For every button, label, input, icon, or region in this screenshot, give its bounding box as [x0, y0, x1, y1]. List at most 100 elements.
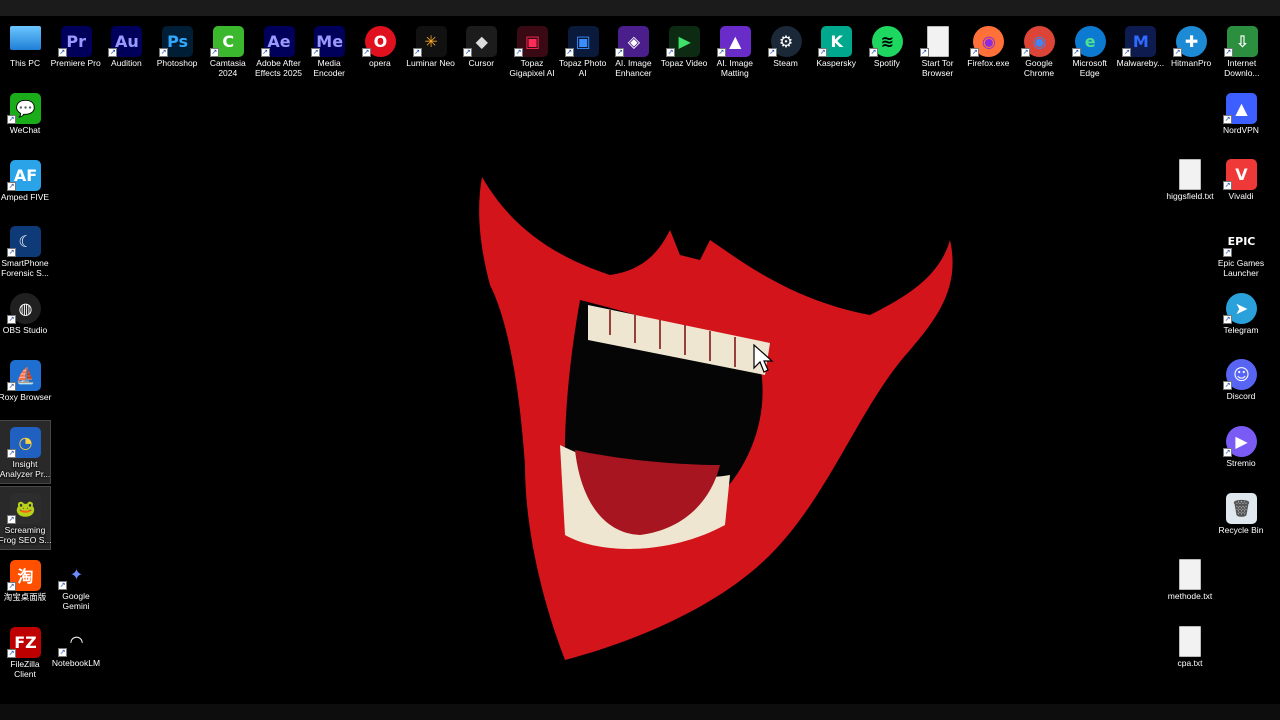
desktop-icon-malwarebytes[interactable]: M ↗ Malwareby... — [1115, 20, 1165, 82]
shortcut-arrow-icon: ↗ — [159, 48, 169, 57]
desktop-icon-spotify[interactable]: ≋ ↗ Spotify — [862, 20, 912, 82]
desktop-icon-label: Media Encoder — [313, 58, 346, 78]
desktop-icon-discord[interactable]: ☺ ↗ Discord — [1216, 353, 1266, 415]
desktop-icon-label: Topaz Gigapixel AI — [509, 58, 555, 78]
desktop-icon-label: Microsoft Edge — [1072, 58, 1107, 78]
desktop-icon-label: Google Chrome — [1023, 58, 1055, 78]
desktop-icon-audition[interactable]: Au ↗ Audition — [101, 20, 151, 82]
desktop-icon-filezilla[interactable]: FZ ↗ FileZilla Client — [0, 621, 50, 683]
desktop-icon-file[interactable]: ↗ Start Tor Browser — [913, 20, 963, 82]
desktop-icon-internet-download-manager[interactable]: ⇩ ↗ Internet Downlo... — [1217, 20, 1267, 82]
shortcut-arrow-icon: ↗ — [463, 48, 473, 57]
shortcut-arrow-icon: ↗ — [7, 315, 16, 325]
desktop-icon-photoshop[interactable]: Ps ↗ Photoshop — [152, 20, 202, 82]
shortcut-arrow-icon: ↗ — [1223, 381, 1232, 390]
desktop-icon-obs-studio[interactable]: ◍ ↗ OBS Studio — [0, 287, 50, 349]
desktop-icon-luminar-neo[interactable]: ✳ ↗ Luminar Neo — [406, 20, 456, 82]
desktop-icon-steam[interactable]: ⚙ ↗ Steam — [761, 20, 811, 82]
desktop-icon-topaz-photo[interactable]: ▣ ↗ Topaz Photo AI — [558, 20, 608, 82]
desktop-icon-label: 淘宝桌面版 — [3, 591, 47, 602]
desktop-icon-screaming-frog[interactable]: 🐸 ↗ Screaming Frog SEO S... — [0, 486, 51, 551]
shortcut-arrow-icon: ↗ — [58, 581, 67, 590]
desktop-icon-opera[interactable]: O ↗ opera — [355, 20, 405, 82]
shortcut-arrow-icon: ↗ — [1021, 48, 1030, 57]
shortcut-arrow-icon: ↗ — [868, 48, 878, 57]
wallpaper-joker-mouth — [479, 177, 953, 660]
desktop-icon-topaz-video[interactable]: ▶ ↗ Topaz Video — [659, 20, 709, 82]
desktop-icon-label: AI. Image Matting — [716, 58, 753, 78]
desktop-icon-monitor[interactable]: This PC — [0, 20, 50, 82]
shortcut-arrow-icon: ↗ — [1223, 448, 1232, 457]
shortcut-arrow-icon: ↗ — [7, 115, 16, 124]
desktop-icon-ai-image-matting[interactable]: ▲ ↗ AI. Image Matting — [710, 20, 760, 82]
shortcut-arrow-icon: ↗ — [1223, 181, 1232, 190]
desktop-icon-kaspersky[interactable]: K ↗ Kaspersky — [811, 20, 861, 82]
desktop-icon-label: Discord — [1226, 391, 1256, 401]
shortcut-arrow-icon: ↗ — [818, 48, 828, 57]
monitor-icon — [10, 26, 41, 50]
desktop-icon-label: FileZilla Client — [10, 658, 40, 679]
desktop-icon-topaz-gigapixel[interactable]: ▣ ↗ Topaz Gigapixel AI — [507, 20, 557, 82]
desktop-icon-label: NordVPN — [1223, 125, 1259, 135]
desktop-icon-label: Vivaldi — [1228, 191, 1254, 201]
shortcut-arrow-icon: ↗ — [1223, 248, 1232, 257]
desktop-icon-edge[interactable]: e ↗ Microsoft Edge — [1065, 20, 1115, 82]
desktop-icon-label: methode.txt — [1167, 591, 1213, 601]
desktop-icon-label: Cursor — [468, 58, 495, 68]
desktop-icon-label: HitmanPro — [1171, 58, 1212, 68]
shortcut-arrow-icon: ↗ — [260, 48, 270, 57]
desktop-icon-label: Camtasia 2024 — [209, 58, 246, 78]
desktop-icon-firefox[interactable]: ◉ ↗ Firefox.exe — [963, 20, 1013, 82]
shortcut-arrow-icon: ↗ — [7, 448, 16, 458]
shortcut-arrow-icon: ↗ — [7, 381, 16, 391]
shortcut-arrow-icon: ↗ — [767, 48, 777, 57]
shortcut-arrow-icon: ↗ — [7, 581, 16, 591]
shortcut-arrow-icon: ↗ — [412, 48, 422, 57]
desktop-icon-vivaldi[interactable]: V ↗ Vivaldi — [1216, 153, 1266, 215]
desktop-icon-label: Screaming Frog SEO S... — [0, 525, 52, 546]
shortcut-arrow-icon: ↗ — [361, 48, 371, 57]
desktop-icon-gemini[interactable]: ✦ ↗ Google Gemini — [51, 553, 101, 615]
desktop-icon-label: OBS Studio — [2, 325, 48, 336]
desktop-icon-label: Steam — [773, 58, 798, 68]
desktop-icon-taobao[interactable]: 淘 ↗ 淘宝桌面版 — [0, 554, 50, 616]
desktop-icon-epic-games[interactable]: EPIC ↗ Epic Games Launcher — [1216, 220, 1266, 282]
desktop-icon-text-file[interactable]: cpa.txt — [1165, 620, 1215, 682]
desktop-icon-label: Adobe After Effects 2025 — [254, 58, 303, 78]
desktop-icon-wechat[interactable]: 💬 ↗ WeChat — [0, 87, 50, 149]
desktop-icon-insight-analyzer[interactable]: ◔ ↗ Insight Analyzer Pr... — [0, 419, 51, 484]
desktop-icon-chrome[interactable]: ◉ ↗ Google Chrome — [1014, 20, 1064, 82]
desktop-icon-label: Epic Games Launcher — [1217, 258, 1265, 278]
desktop-icon-after-effects[interactable]: Ae ↗ Adobe After Effects 2025 — [254, 20, 304, 82]
recycle-bin-icon: 🗑 — [1226, 493, 1257, 524]
desktop-icon-text-file[interactable]: higgsfield.txt — [1165, 153, 1215, 215]
top-frame-bar — [0, 0, 1280, 16]
desktop-icon-text-file[interactable]: methode.txt — [1165, 553, 1215, 615]
desktop-icon-label: Stremio — [1226, 458, 1256, 468]
desktop-icon-amped-five[interactable]: AF ↗ Amped FIVE — [0, 154, 50, 216]
shortcut-arrow-icon: ↗ — [7, 648, 16, 658]
desktop-icon-roxy-browser[interactable]: ⛵ ↗ Roxy Browser — [0, 354, 51, 416]
desktop-icon-ai-image-enhancer[interactable]: ◈ ↗ AI. Image Enhancer — [608, 20, 658, 82]
desktop-icon-camtasia[interactable]: C ↗ Camtasia 2024 — [203, 20, 253, 82]
shortcut-arrow-icon: ↗ — [1173, 48, 1183, 57]
desktop-icon-label: Firefox.exe — [967, 58, 1010, 68]
desktop-icon-label: opera — [369, 58, 391, 68]
desktop-icon-premiere-pro[interactable]: Pr ↗ Premiere Pro — [51, 20, 101, 82]
shortcut-arrow-icon: ↗ — [615, 48, 625, 57]
desktop-icon-cursor-app[interactable]: ◆ ↗ Cursor — [456, 20, 506, 82]
desktop-icon-telegram[interactable]: ➤ ↗ Telegram — [1216, 287, 1266, 349]
desktop-icon-recycle-bin[interactable]: 🗑 Recycle Bin — [1216, 487, 1266, 549]
shortcut-arrow-icon: ↗ — [7, 515, 16, 525]
bottom-frame-bar — [0, 704, 1280, 720]
desktop-icon-stremio[interactable]: ▶ ↗ Stremio — [1216, 420, 1266, 482]
desktop-icon-nordvpn[interactable]: ▲ ↗ NordVPN — [1216, 87, 1266, 149]
desktop-icon-smartphone-forensic[interactable]: ☾ ↗ SmartPhone Forensic S... — [0, 220, 50, 282]
shortcut-arrow-icon: ↗ — [970, 48, 980, 57]
desktop-icon-hitmanpro[interactable]: ✚ ↗ HitmanPro — [1166, 20, 1216, 82]
desktop-icon-label: Audition — [111, 58, 142, 68]
desktop-icon-media-encoder[interactable]: Me ↗ Media Encoder — [304, 20, 354, 82]
desktop-icon-label: Luminar Neo — [406, 58, 455, 68]
desktop-icon-notebooklm[interactable]: ◠ ↗ NotebookLM — [51, 620, 101, 682]
shortcut-arrow-icon: ↗ — [57, 48, 67, 57]
